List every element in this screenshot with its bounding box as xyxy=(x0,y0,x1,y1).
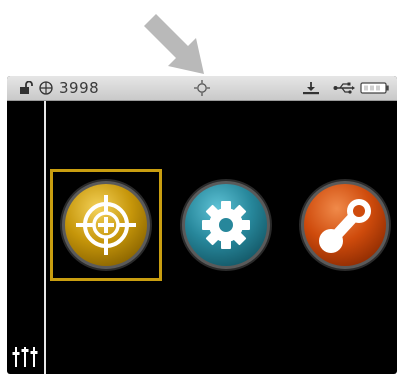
target-app-button[interactable] xyxy=(58,177,154,273)
status-bar: 3998 xyxy=(7,76,397,101)
sliders-icon xyxy=(12,347,38,367)
usb-icon[interactable] xyxy=(333,76,355,100)
download-tray-icon[interactable] xyxy=(302,76,320,100)
pointer-arrow-icon xyxy=(144,14,204,74)
unlocked-padlock-icon[interactable] xyxy=(19,76,33,100)
link-nodes-icon xyxy=(299,179,391,271)
app-menu xyxy=(7,101,397,374)
crosshair-sun-icon[interactable] xyxy=(193,76,211,100)
device-screen: 3998 xyxy=(7,76,397,374)
globe-icon[interactable] xyxy=(38,76,54,100)
target-crosshair-icon xyxy=(60,179,152,271)
sidebar-divider xyxy=(44,101,46,374)
settings-app-button[interactable] xyxy=(178,177,274,273)
gear-icon xyxy=(180,179,272,271)
counter-value: 3998 xyxy=(59,79,100,97)
counter-display: 3998 xyxy=(59,76,99,100)
connect-app-button[interactable] xyxy=(297,177,393,273)
battery-icon xyxy=(360,76,390,100)
sliders-button[interactable] xyxy=(11,345,41,369)
